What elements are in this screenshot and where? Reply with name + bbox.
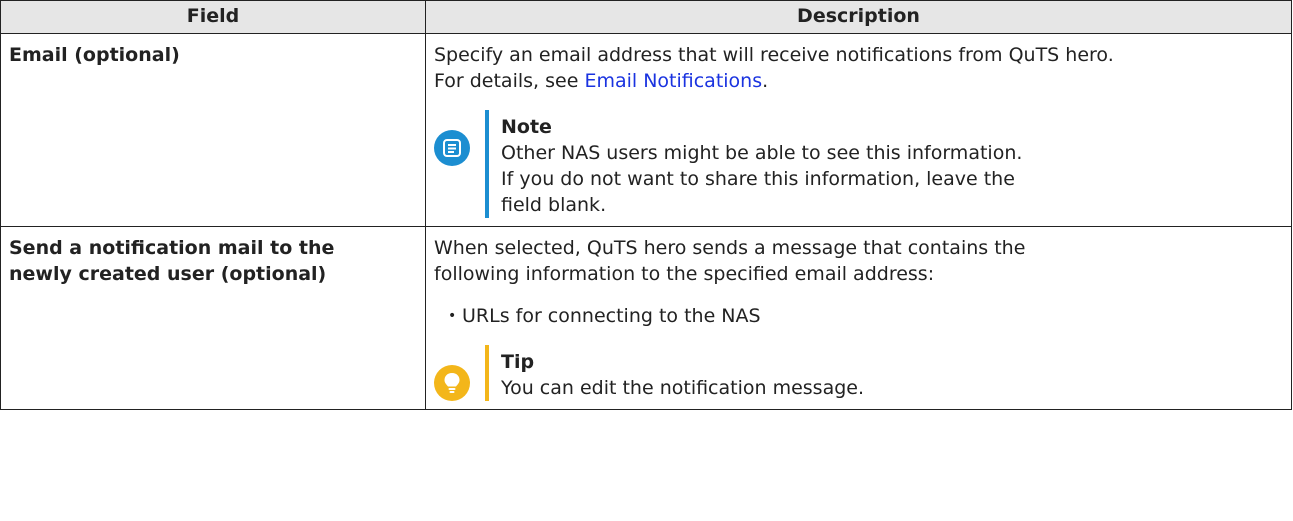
email-description-text: Specify an email address that will recei… — [434, 44, 1114, 66]
email-notifications-link[interactable]: Email Notifications — [584, 70, 762, 92]
list-item: URLs for connecting to the NAS — [448, 303, 1283, 329]
tip-callout: Tip You can edit the notification messag… — [434, 345, 1283, 401]
fields-table: Field Description Email (optional) Speci… — [0, 0, 1292, 410]
email-description: Specify an email address that will recei… — [434, 42, 1283, 94]
note-accent-bar — [485, 110, 489, 218]
tip-title: Tip — [501, 351, 535, 373]
email-details-suffix: . — [762, 70, 769, 92]
table-row: Email (optional) Specify an email addres… — [0, 33, 1292, 227]
header-field: Field — [0, 0, 426, 34]
tip-accent-bar — [485, 345, 489, 401]
field-cell: Send a notification mail to the newly cr… — [0, 226, 426, 410]
note-body: Note Other NAS users might be able to se… — [501, 110, 1022, 218]
description-cell: Specify an email address that will recei… — [425, 33, 1292, 227]
tip-body: Tip You can edit the notification messag… — [501, 345, 864, 401]
send-notification-description: When selected, QuTS hero sends a message… — [434, 235, 1283, 287]
lightbulb-icon — [434, 365, 470, 401]
field-name-email: Email (optional) — [9, 44, 180, 66]
table-row: Send a notification mail to the newly cr… — [0, 226, 1292, 410]
field-name-line-1: Send a notification mail to the — [9, 237, 335, 259]
field-name-line-2: newly created user (optional) — [9, 263, 327, 285]
tip-text: You can edit the notification message. — [501, 377, 865, 399]
note-line-2: If you do not want to share this informa… — [501, 168, 1015, 190]
info-bullet-list: URLs for connecting to the NAS — [434, 303, 1283, 329]
field-name-send-notification: Send a notification mail to the newly cr… — [9, 235, 417, 287]
table-header-row: Field Description — [0, 0, 1292, 34]
note-line-1: Other NAS users might be able to see thi… — [501, 142, 1023, 164]
note-title: Note — [501, 116, 552, 138]
description-line-1: When selected, QuTS hero sends a message… — [434, 237, 1026, 259]
note-icon — [434, 130, 470, 166]
note-callout: Note Other NAS users might be able to se… — [434, 110, 1283, 218]
note-line-3: field blank. — [501, 194, 607, 216]
email-details-prefix: For details, see — [434, 70, 585, 92]
header-description: Description — [425, 0, 1292, 34]
description-line-2: following information to the specified e… — [434, 263, 935, 285]
field-cell: Email (optional) — [0, 33, 426, 227]
description-cell: When selected, QuTS hero sends a message… — [425, 226, 1292, 410]
